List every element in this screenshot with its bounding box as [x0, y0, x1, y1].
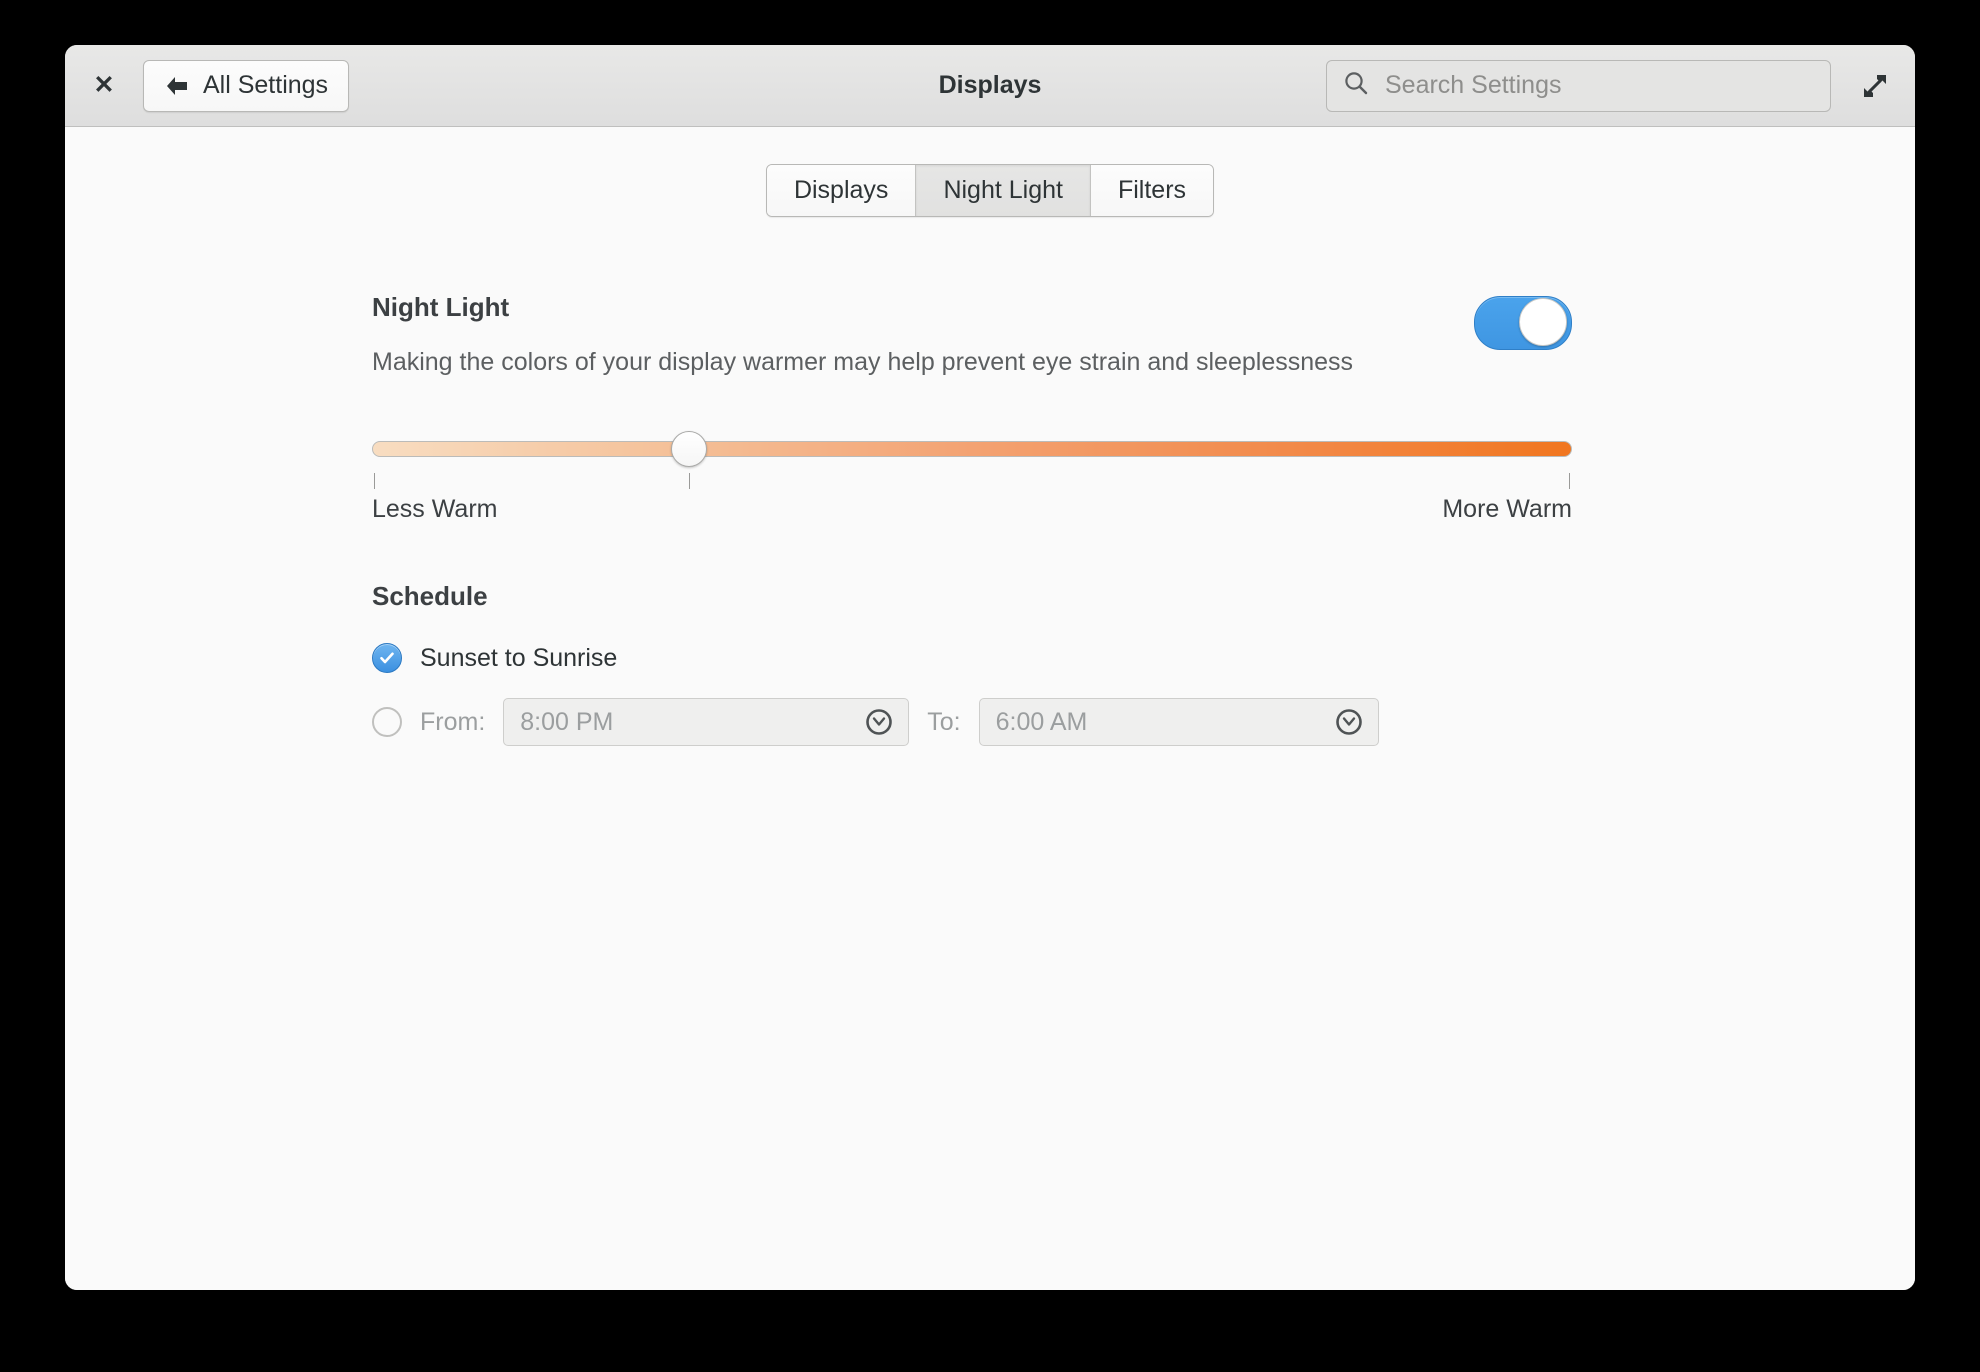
tab-displays[interactable]: Displays: [766, 165, 917, 216]
night-light-header: Night Light Making the colors of your di…: [372, 292, 1572, 377]
slider-tick-min: [374, 473, 375, 489]
search-box[interactable]: [1326, 59, 1831, 112]
slider-tick-mid: [689, 473, 690, 489]
settings-content: Displays Night Light Filters Night Light…: [65, 127, 1915, 1290]
night-light-panel: Night Light Making the colors of your di…: [372, 292, 1572, 746]
warmth-slider-track[interactable]: [372, 441, 1572, 457]
arrow-left-icon: [164, 75, 190, 97]
slider-max-label: More Warm: [1442, 495, 1572, 523]
all-settings-button[interactable]: All Settings: [143, 59, 350, 112]
header-right-group: [1326, 59, 1897, 112]
night-light-description: Making the colors of your display warmer…: [372, 348, 1354, 376]
warmth-slider-handle[interactable]: [671, 431, 707, 467]
night-light-text-group: Night Light Making the colors of your di…: [372, 292, 1353, 377]
warmth-slider-labels: Less Warm More Warm: [372, 495, 1572, 524]
desktop-background: ✕ All Settings Displays Search Settings …: [0, 0, 1980, 1372]
toggle-knob: [1519, 298, 1567, 346]
schedule-sunset-option[interactable]: Sunset to Sunrise: [372, 643, 1572, 673]
slider-tick-max: [1569, 473, 1570, 489]
settings-window: ✕ All Settings Displays Search Settings …: [65, 45, 1915, 1290]
clock-icon[interactable]: [864, 707, 894, 737]
warmth-slider-ticks: [372, 473, 1572, 491]
radio-sunset-to-sunrise[interactable]: [372, 643, 402, 673]
night-light-title: Night Light: [372, 292, 510, 322]
tab-night-light[interactable]: Night Light: [916, 165, 1091, 216]
slider-min-label: Less Warm: [372, 495, 498, 523]
from-time-value: 8:00 PM: [520, 707, 614, 736]
radio-manual-schedule[interactable]: [372, 707, 402, 737]
window-header-bar: ✕ All Settings Displays: [65, 45, 1915, 127]
all-settings-label: All Settings: [203, 71, 329, 99]
close-icon[interactable]: ✕: [83, 65, 125, 107]
from-label: From:: [420, 707, 486, 736]
night-light-toggle[interactable]: [1474, 296, 1572, 350]
schedule-manual-option[interactable]: From: 8:00 PM To: 6:00 AM: [372, 698, 1572, 746]
tab-filters[interactable]: Filters: [1090, 165, 1214, 216]
from-time-field[interactable]: 8:00 PM: [503, 698, 910, 746]
search-input[interactable]: [1383, 70, 1814, 101]
schedule-title: Schedule: [372, 581, 488, 611]
to-time-field[interactable]: 6:00 AM: [978, 698, 1379, 746]
to-time-value: 6:00 AM: [995, 707, 1088, 736]
radio-sunset-label: Sunset to Sunrise: [420, 643, 618, 672]
clock-icon[interactable]: [1334, 707, 1364, 737]
check-icon: [380, 652, 394, 664]
warmth-slider[interactable]: [372, 431, 1572, 471]
tab-bar: Displays Night Light Filters: [765, 164, 1215, 217]
maximize-icon[interactable]: [1853, 64, 1897, 108]
search-icon: [1343, 70, 1369, 101]
to-label: To:: [927, 707, 961, 736]
